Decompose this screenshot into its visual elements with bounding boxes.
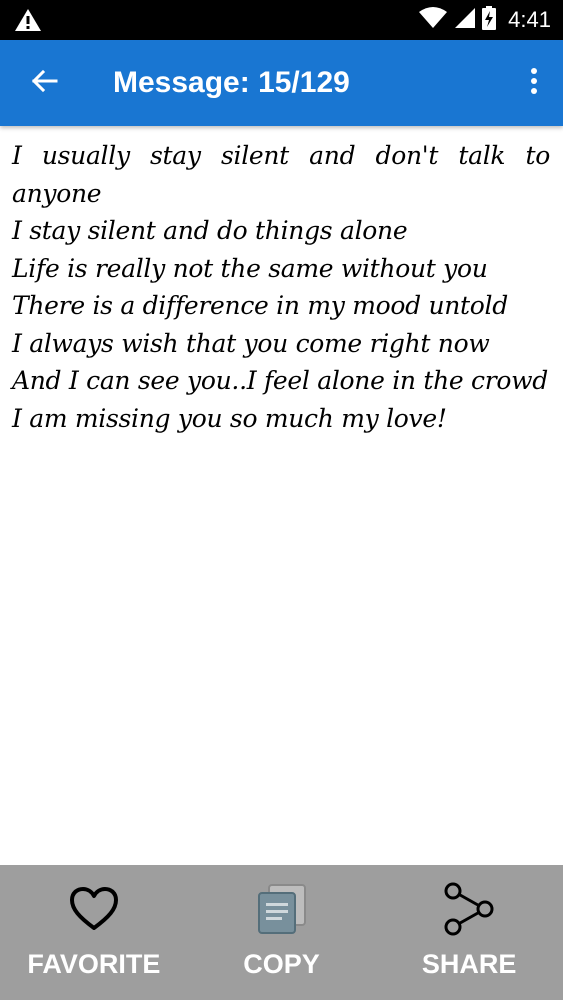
favorite-button[interactable]: FAVORITE: [0, 865, 188, 1000]
page-title: Message: 15/129: [113, 66, 350, 99]
message-line: I am missing you so much my love!: [12, 403, 447, 433]
message-line: I usually stay silent and don't talk to …: [12, 141, 550, 208]
copy-label: COPY: [243, 949, 320, 979]
signal-icon: [454, 7, 476, 34]
wifi-icon: [418, 6, 448, 34]
heart-outline-icon: [66, 881, 122, 937]
warning-icon: [14, 8, 42, 32]
back-button[interactable]: [22, 61, 66, 105]
message-line: Life is really not the same without you: [12, 253, 488, 283]
copy-icon: [254, 881, 310, 937]
share-icon: [441, 881, 497, 937]
message-line: I always wish that you come right now: [12, 328, 490, 358]
message-line: And I can see you..I feel alone in the c…: [12, 366, 548, 395]
status-time: 4:41: [508, 7, 551, 32]
battery-charging-icon: [482, 5, 497, 35]
message-line: There is a difference in my mood untold: [12, 291, 508, 320]
arrow-back-icon: [30, 67, 58, 100]
share-button[interactable]: SHARE: [375, 865, 563, 1000]
share-label: SHARE: [421, 949, 517, 979]
overflow-menu-button[interactable]: [519, 61, 549, 105]
status-bar: 4:41: [0, 0, 563, 40]
message-body: I usually stay silent and don't talk to …: [12, 137, 550, 437]
favorite-label: FAVORITE: [27, 949, 161, 979]
more-vert-icon: [530, 67, 538, 100]
copy-button[interactable]: COPY: [188, 865, 376, 1000]
bottom-action-bar: FAVORITE COPY SHARE: [0, 865, 563, 1000]
message-line: I stay silent and do things alone: [12, 216, 408, 245]
app-bar: Message: 15/129: [0, 40, 563, 126]
